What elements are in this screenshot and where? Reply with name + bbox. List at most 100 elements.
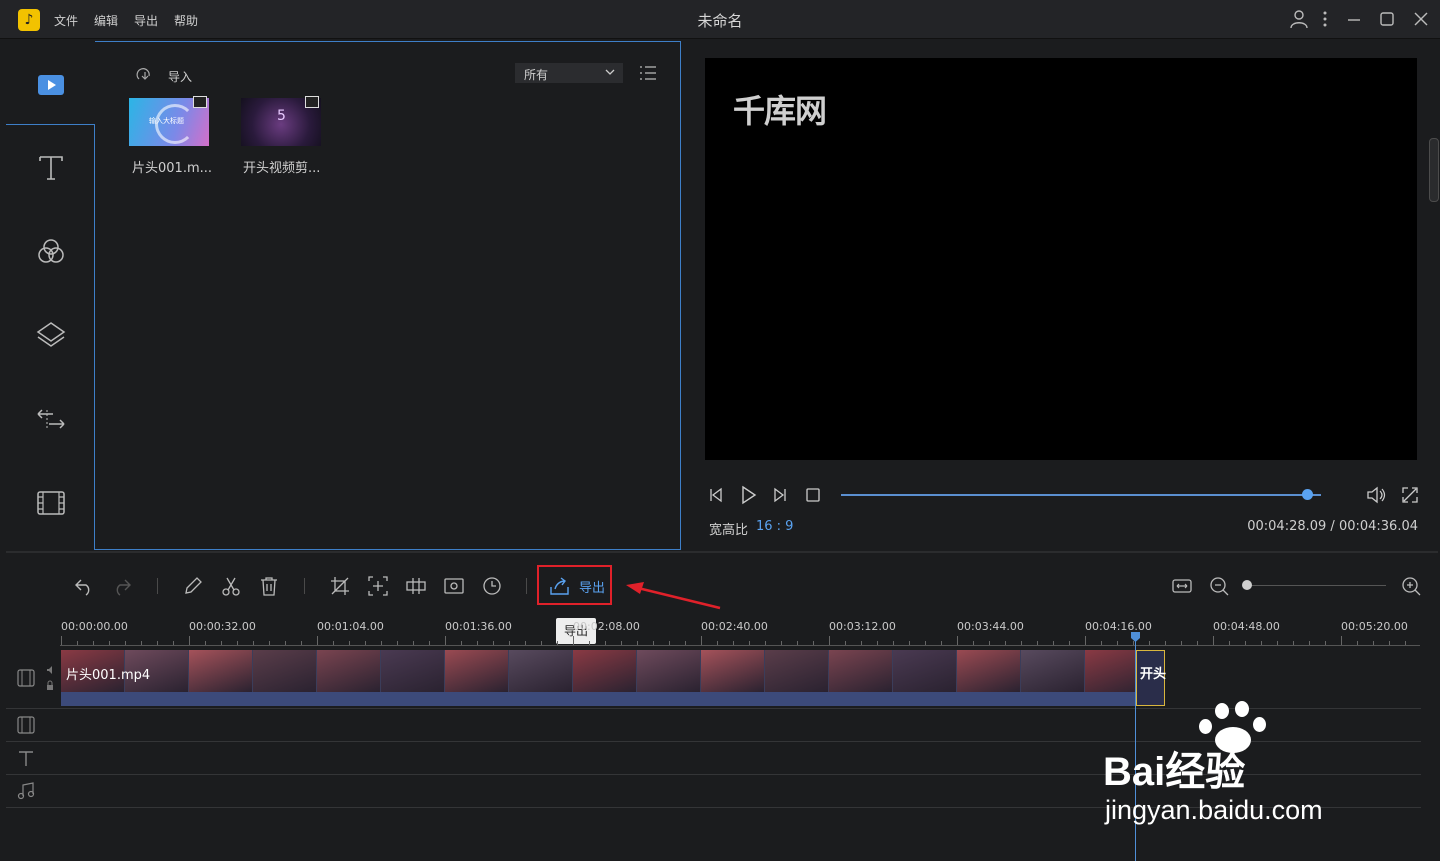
element-tab-icon[interactable] — [33, 485, 69, 521]
toolbar-separator — [304, 578, 305, 594]
ruler-tick-mark — [1341, 636, 1342, 645]
media-item-2-label: 开头视频剪... — [243, 161, 321, 176]
ruler-tick-label: 00:01:36.00 — [445, 620, 512, 633]
overlay-tab-icon[interactable] — [33, 317, 69, 353]
edit-pencil-icon[interactable] — [182, 575, 204, 597]
text-track-icon — [19, 751, 33, 766]
redo-icon[interactable] — [111, 575, 133, 597]
zoom-slider-track[interactable] — [1246, 585, 1386, 586]
clip-frame-thumbnail — [189, 650, 252, 692]
ruler-baseline — [60, 645, 1420, 646]
ruler-tick-mark — [189, 636, 190, 645]
chevron-down-icon — [605, 69, 615, 75]
export-icon[interactable] — [549, 575, 571, 597]
ruler-tick-mark — [573, 636, 574, 645]
ruler-tick-label: 00:04:16.00 — [1085, 620, 1152, 633]
clip-frame-thumbnail — [445, 650, 508, 692]
video-track-icon — [17, 669, 35, 687]
baidu-url-text: jingyan.baidu.com — [1105, 795, 1323, 825]
thumb-1-text: 输入大标题 — [149, 117, 184, 125]
panel-divider[interactable] — [6, 551, 1438, 553]
clip-frame-thumbnail — [381, 650, 444, 692]
media-item-1-label: 片头001.m... — [132, 161, 213, 176]
list-view-icon[interactable] — [639, 65, 657, 81]
clip-frame-thumbnail — [765, 650, 828, 692]
duration-clock-icon[interactable] — [481, 575, 503, 597]
app-logo-icon: ♪ — [18, 9, 40, 31]
track-lock-icon[interactable] — [45, 665, 55, 691]
fit-timeline-icon[interactable] — [1171, 575, 1193, 597]
minimize-icon[interactable] — [1343, 8, 1365, 30]
aspect-ratio-value[interactable]: 16 : 9 — [756, 519, 793, 534]
user-icon[interactable] — [1288, 8, 1310, 30]
media-thumb-1[interactable]: 输入大标题 — [129, 96, 209, 146]
ruler-tick-mark — [61, 636, 62, 645]
menu-file[interactable]: 文件 — [54, 12, 78, 29]
text-tab-icon[interactable] — [33, 149, 69, 185]
ruler-tick-label: 00:03:44.00 — [957, 620, 1024, 633]
ruler-tick-label: 00:02:40.00 — [701, 620, 768, 633]
fullscreen-icon[interactable] — [1401, 486, 1419, 504]
mosaic-icon[interactable] — [405, 575, 427, 597]
play-icon[interactable] — [738, 485, 758, 505]
pip-track-icon — [17, 716, 35, 734]
ruler-tick-mark — [957, 636, 958, 645]
transition-tab-icon[interactable] — [33, 401, 69, 437]
clip-frame-thumbnail — [1021, 650, 1084, 692]
ruler-tick-label: 00:03:12.00 — [829, 620, 896, 633]
clip-frame-thumbnail — [893, 650, 956, 692]
undo-icon[interactable] — [73, 575, 95, 597]
stop-icon[interactable] — [804, 486, 822, 504]
clip-frame-thumbnail — [253, 650, 316, 692]
next-frame-icon[interactable] — [771, 486, 789, 504]
menu-edit[interactable]: 编辑 — [94, 12, 118, 29]
timecode-display: 00:04:28.09 / 00:04:36.04 — [1247, 519, 1418, 534]
cut-scissors-icon[interactable] — [220, 575, 242, 597]
media-thumb-2[interactable]: 5 — [241, 96, 321, 146]
ruler-tick-mark — [829, 636, 830, 645]
clip-frame-thumbnail — [1085, 650, 1135, 692]
export-button[interactable]: 导出 — [579, 577, 605, 596]
clip-frame-thumbnail — [317, 650, 380, 692]
zoom-in-icon[interactable] — [1400, 575, 1422, 597]
window-title: 未命名 — [697, 12, 743, 30]
volume-icon[interactable] — [1366, 486, 1388, 504]
preview-watermark-text: 千库网 — [733, 92, 827, 130]
ruler-tick-mark — [1213, 636, 1214, 645]
ruler-tick-label: 00:01:04.00 — [317, 620, 384, 633]
ruler-tick-label: 00:04:48.00 — [1213, 620, 1280, 633]
menu-export[interactable]: 导出 — [134, 12, 158, 29]
playback-progress-track[interactable] — [841, 494, 1321, 496]
thumb-2-text: 5 — [277, 108, 286, 124]
crop-icon[interactable] — [329, 575, 351, 597]
filter-tab-icon[interactable] — [33, 234, 69, 270]
music-track-icon — [17, 782, 35, 800]
zoom-frame-icon[interactable] — [367, 575, 389, 597]
menu-help[interactable]: 帮助 — [174, 12, 198, 29]
media-filter-select[interactable]: 所有 — [515, 63, 623, 83]
filter-value: 所有 — [524, 68, 549, 82]
maximize-icon[interactable] — [1376, 8, 1398, 30]
freeze-frame-icon[interactable] — [443, 575, 465, 597]
clip-audio-strip — [61, 692, 1135, 706]
main-clip-label: 片头001.mp4 — [66, 668, 151, 683]
ruler-tick-label: 00:00:00.00 — [61, 620, 128, 633]
baidu-watermark: Bai经验 jingyan.baidu.com — [1103, 701, 1365, 833]
zoom-slider-handle[interactable] — [1242, 580, 1252, 590]
clip-frame-thumbnail — [637, 650, 700, 692]
prev-frame-icon[interactable] — [707, 486, 725, 504]
playback-progress-handle[interactable] — [1301, 489, 1313, 500]
media-tab-icon[interactable] — [33, 68, 69, 104]
clip-frame-thumbnail — [701, 650, 764, 692]
baidu-brand-text: Bai经验 — [1103, 750, 1246, 794]
clip-frame-thumbnail — [957, 650, 1020, 692]
ruler-tick-mark — [445, 636, 446, 645]
close-icon[interactable] — [1410, 8, 1432, 30]
delete-trash-icon[interactable] — [258, 575, 280, 597]
ruler-tick-mark — [317, 636, 318, 645]
import-label: 导入 — [168, 70, 193, 84]
right-scrollbar[interactable] — [1429, 138, 1439, 202]
zoom-out-icon[interactable] — [1208, 575, 1230, 597]
annotation-arrow — [626, 582, 721, 610]
more-icon[interactable] — [1314, 8, 1336, 30]
